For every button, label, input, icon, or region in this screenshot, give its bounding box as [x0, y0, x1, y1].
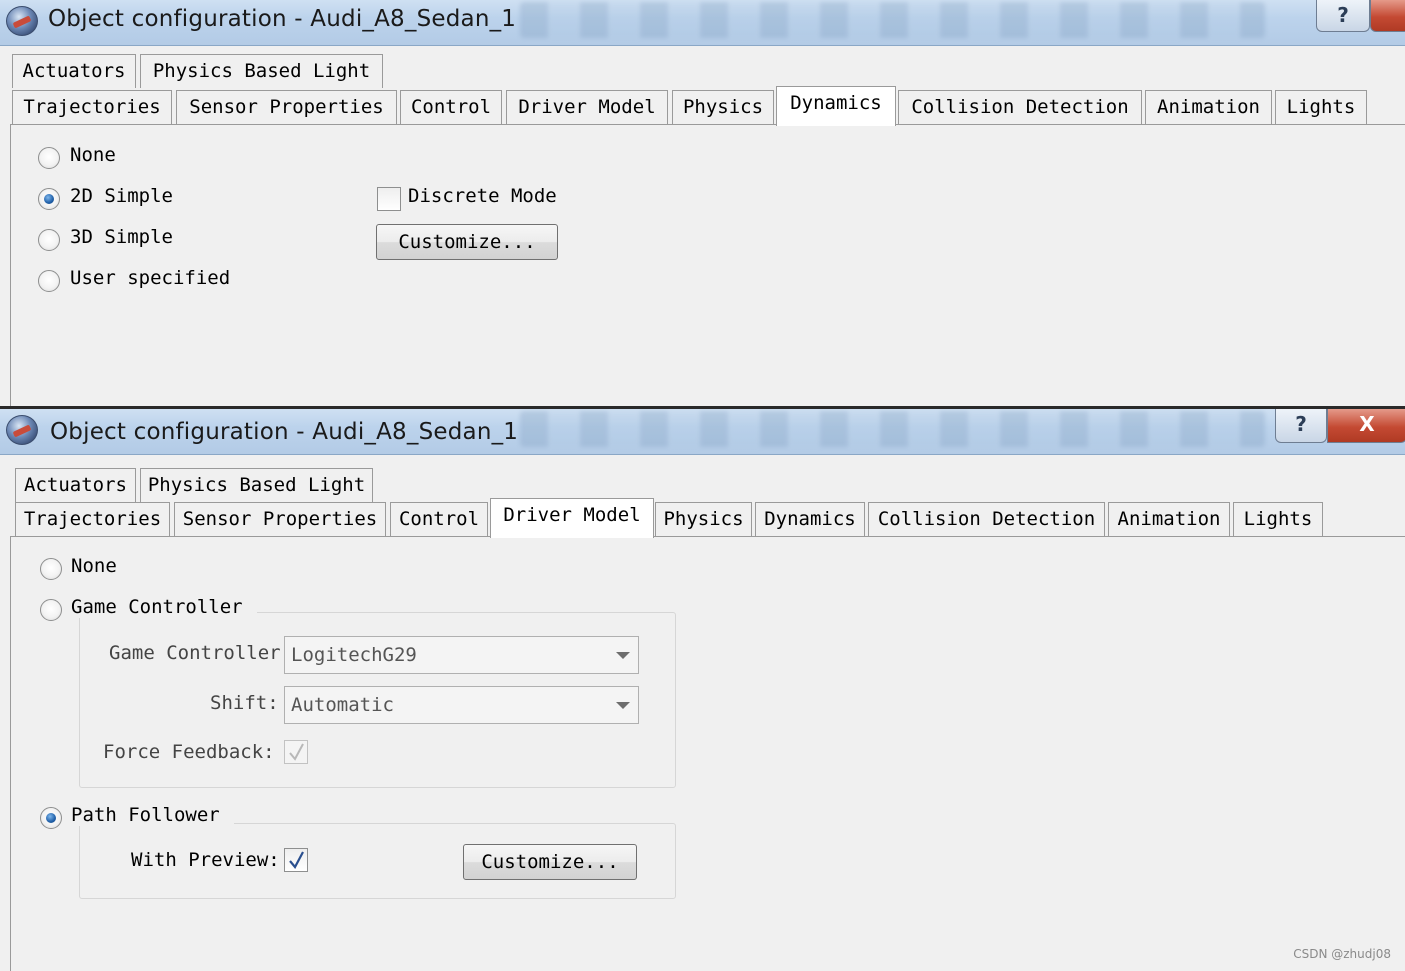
object-configuration-window-driver-model: Object configuration - Audi_A8_Sedan_1 ?…	[0, 409, 1405, 971]
tab-physics[interactable]: Physics	[672, 90, 774, 124]
radio-none[interactable]	[40, 558, 62, 580]
tab-trajectories[interactable]: Trajectories	[12, 90, 172, 124]
shift-label: Shift:	[210, 692, 279, 714]
force-feedback-checkbox[interactable]	[284, 740, 308, 764]
check-icon	[289, 743, 304, 761]
tab-panel-border	[10, 536, 1405, 537]
game-controller-field-label: Game Controller	[109, 642, 281, 664]
close-button[interactable]	[1370, 0, 1405, 32]
shift-select-value: Automatic	[291, 694, 394, 716]
with-preview-label: With Preview:	[131, 849, 280, 871]
background-blur	[520, 2, 1265, 38]
window-title: Object configuration - Audi_A8_Sedan_1	[48, 6, 517, 32]
check-icon	[289, 851, 304, 869]
tab-control[interactable]: Control	[400, 90, 502, 124]
tab-dynamics[interactable]: Dynamics	[776, 86, 896, 126]
force-feedback-label: Force Feedback:	[103, 741, 275, 763]
help-button[interactable]: ?	[1316, 0, 1370, 32]
radio-3d-simple-label: 3D Simple	[70, 226, 173, 248]
tab-sensor-properties[interactable]: Sensor Properties	[176, 90, 397, 124]
tab-animation[interactable]: Animation	[1108, 502, 1230, 536]
game-controller-select-value: LogitechG29	[291, 644, 417, 666]
discrete-mode-label: Discrete Mode	[408, 185, 557, 207]
radio-game-controller-label: Game Controller	[71, 596, 257, 618]
radio-2d-simple-label: 2D Simple	[70, 185, 173, 207]
help-button[interactable]: ?	[1275, 409, 1327, 443]
close-button[interactable]: X	[1327, 409, 1405, 443]
tab-lights[interactable]: Lights	[1233, 502, 1323, 536]
radio-game-controller[interactable]	[40, 599, 62, 621]
tab-physics-based-light[interactable]: Physics Based Light	[140, 54, 383, 88]
tab-panel-border	[10, 124, 1405, 125]
app-icon	[6, 6, 38, 36]
discrete-mode-checkbox[interactable]	[377, 187, 401, 211]
tab-lights[interactable]: Lights	[1275, 90, 1367, 124]
radio-none[interactable]	[38, 147, 60, 169]
tab-driver-model[interactable]: Driver Model	[506, 90, 668, 124]
with-preview-checkbox[interactable]	[284, 848, 308, 872]
customize-button[interactable]: Customize...	[463, 844, 637, 880]
title-bar[interactable]: Object configuration - Audi_A8_Sedan_1 ?…	[0, 409, 1405, 455]
radio-none-label: None	[71, 555, 117, 577]
tab-collision-detection[interactable]: Collision Detection	[868, 502, 1105, 536]
watermark: CSDN @zhudj08	[1293, 947, 1391, 961]
chevron-down-icon	[616, 702, 630, 709]
tab-actuators[interactable]: Actuators	[12, 54, 136, 88]
radio-none-label: None	[70, 144, 116, 166]
shift-select[interactable]: Automatic	[284, 686, 639, 724]
object-configuration-window-dynamics: Object configuration - Audi_A8_Sedan_1 ?…	[0, 0, 1405, 407]
tab-control[interactable]: Control	[390, 502, 488, 536]
title-bar[interactable]: Object configuration - Audi_A8_Sedan_1 ?	[0, 0, 1405, 46]
tab-collision-detection[interactable]: Collision Detection	[898, 90, 1142, 124]
radio-user-specified[interactable]	[38, 270, 60, 292]
radio-path-follower[interactable]	[40, 807, 62, 829]
tab-actuators[interactable]: Actuators	[15, 468, 136, 502]
tab-animation[interactable]: Animation	[1145, 90, 1272, 124]
tab-sensor-properties[interactable]: Sensor Properties	[174, 502, 386, 536]
tab-panel-left-border	[10, 124, 11, 407]
background-blur	[520, 411, 1265, 447]
customize-button[interactable]: Customize...	[376, 224, 558, 260]
tab-trajectories[interactable]: Trajectories	[15, 502, 170, 536]
tab-physics[interactable]: Physics	[655, 502, 752, 536]
chevron-down-icon	[616, 652, 630, 659]
tab-dynamics[interactable]: Dynamics	[755, 502, 865, 536]
app-icon	[6, 415, 38, 445]
tab-driver-model[interactable]: Driver Model	[490, 498, 654, 538]
window-title: Object configuration - Audi_A8_Sedan_1	[50, 419, 519, 445]
tab-panel-left-border	[10, 536, 11, 971]
game-controller-select[interactable]: LogitechG29	[284, 636, 639, 674]
radio-user-specified-label: User specified	[70, 267, 231, 289]
radio-3d-simple[interactable]	[38, 229, 60, 251]
radio-2d-simple[interactable]	[38, 188, 60, 210]
radio-path-follower-label: Path Follower	[71, 804, 234, 826]
tab-physics-based-light[interactable]: Physics Based Light	[140, 468, 373, 502]
